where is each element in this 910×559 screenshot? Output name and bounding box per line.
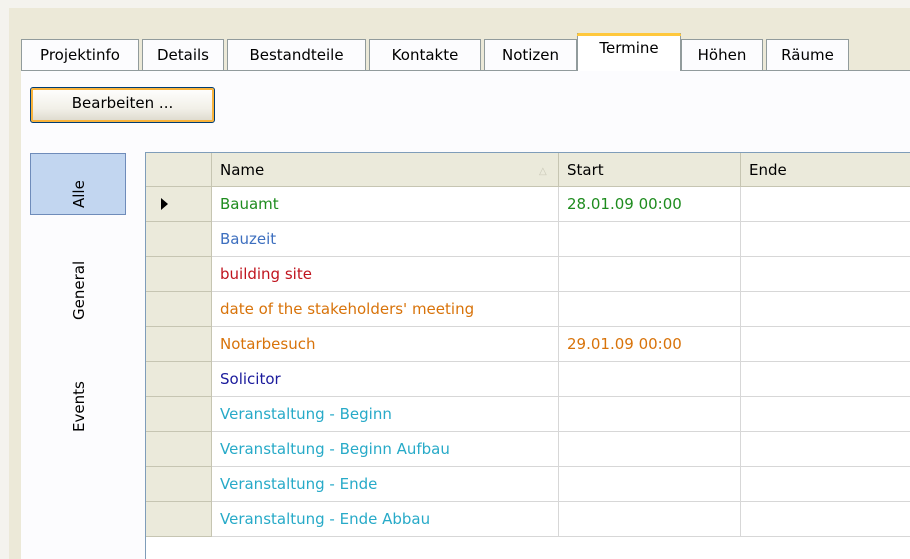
- tab-bestandteile[interactable]: Bestandteile: [227, 39, 366, 70]
- tab-hoehen[interactable]: Höhen: [681, 39, 763, 70]
- row-selector[interactable]: [146, 187, 212, 222]
- cell-start[interactable]: [559, 432, 741, 467]
- tab-label: Räume: [781, 46, 834, 64]
- top-strip: [0, 0, 910, 8]
- cell-end[interactable]: [741, 362, 910, 397]
- cell-end[interactable]: [741, 292, 910, 327]
- row-selector[interactable]: [146, 257, 212, 292]
- tab-label: Details: [156, 46, 209, 64]
- row-selector[interactable]: [146, 362, 212, 397]
- cell-end[interactable]: [741, 257, 910, 292]
- tab-label: Kontakte: [391, 46, 459, 64]
- row-selector[interactable]: [146, 397, 212, 432]
- tab-label: Termine: [599, 39, 659, 57]
- appointments-grid: Name △ Start Ende Bauamt 28.01.09 00:00 Ba…: [145, 152, 910, 559]
- window: Projektinfo Details Bestandteile Kontakt…: [0, 0, 910, 559]
- cell-start[interactable]: [559, 257, 741, 292]
- cell-end[interactable]: [741, 397, 910, 432]
- cell-end[interactable]: [741, 222, 910, 257]
- left-edge: [0, 0, 9, 559]
- tab-raeume[interactable]: Räume: [766, 39, 849, 70]
- row-selector[interactable]: [146, 327, 212, 362]
- cell-name[interactable]: Bauzeit: [212, 222, 559, 257]
- sidetab-general[interactable]: General: [70, 230, 88, 320]
- grid-corner-header: [146, 153, 212, 187]
- row-selector[interactable]: [146, 502, 212, 537]
- column-header-label: Ende: [749, 161, 787, 179]
- cell-start[interactable]: [559, 397, 741, 432]
- sidetab-events[interactable]: Events: [70, 352, 88, 432]
- cell-name[interactable]: date of the stakeholders' meeting: [212, 292, 559, 327]
- row-selector[interactable]: [146, 292, 212, 327]
- tab-details[interactable]: Details: [142, 39, 224, 70]
- column-header-name[interactable]: Name: [212, 153, 559, 187]
- tab-label: Projektinfo: [40, 46, 120, 64]
- cell-end[interactable]: [741, 187, 910, 222]
- cell-start[interactable]: [559, 362, 741, 397]
- cell-name[interactable]: Veranstaltung - Ende Abbau: [212, 502, 559, 537]
- current-row-arrow-icon: [161, 198, 168, 210]
- cell-start[interactable]: 29.01.09 00:00: [559, 327, 741, 362]
- cell-name[interactable]: Veranstaltung - Ende: [212, 467, 559, 502]
- cell-name[interactable]: Veranstaltung - Beginn Aufbau: [212, 432, 559, 467]
- tab-projektinfo[interactable]: Projektinfo: [21, 39, 139, 70]
- cell-end[interactable]: [741, 502, 910, 537]
- tab-label: Bestandteile: [249, 46, 344, 64]
- cell-name[interactable]: Notarbesuch: [212, 327, 559, 362]
- cell-name[interactable]: Veranstaltung - Beginn: [212, 397, 559, 432]
- edit-button[interactable]: Bearbeiten ...: [30, 87, 215, 123]
- cell-name[interactable]: Bauamt: [212, 187, 559, 222]
- tab-kontakte[interactable]: Kontakte: [369, 39, 481, 70]
- row-selector[interactable]: [146, 222, 212, 257]
- tab-notizen[interactable]: Notizen: [484, 39, 577, 70]
- cell-start[interactable]: [559, 467, 741, 502]
- cell-start[interactable]: [559, 222, 741, 257]
- column-header-label: Start: [567, 161, 604, 179]
- column-header-start[interactable]: Start: [559, 153, 741, 187]
- tab-label: Höhen: [697, 46, 747, 64]
- tab-label: Notizen: [501, 46, 560, 64]
- column-header-end[interactable]: Ende: [741, 153, 910, 187]
- cell-name[interactable]: Solicitor: [212, 362, 559, 397]
- sort-ascending-icon: △: [539, 166, 547, 177]
- cell-name[interactable]: building site: [212, 257, 559, 292]
- cell-start[interactable]: [559, 292, 741, 327]
- row-selector[interactable]: [146, 432, 212, 467]
- cell-end[interactable]: [741, 327, 910, 362]
- row-selector[interactable]: [146, 467, 212, 502]
- column-header-label: Name: [220, 161, 265, 179]
- cell-end[interactable]: [741, 467, 910, 502]
- tab-termine[interactable]: Termine: [577, 33, 681, 71]
- tab-divider: [21, 70, 910, 71]
- cell-start[interactable]: [559, 502, 741, 537]
- cell-end[interactable]: [741, 432, 910, 467]
- cell-start[interactable]: 28.01.09 00:00: [559, 187, 741, 222]
- sidetab-alle[interactable]: Alle: [70, 160, 88, 208]
